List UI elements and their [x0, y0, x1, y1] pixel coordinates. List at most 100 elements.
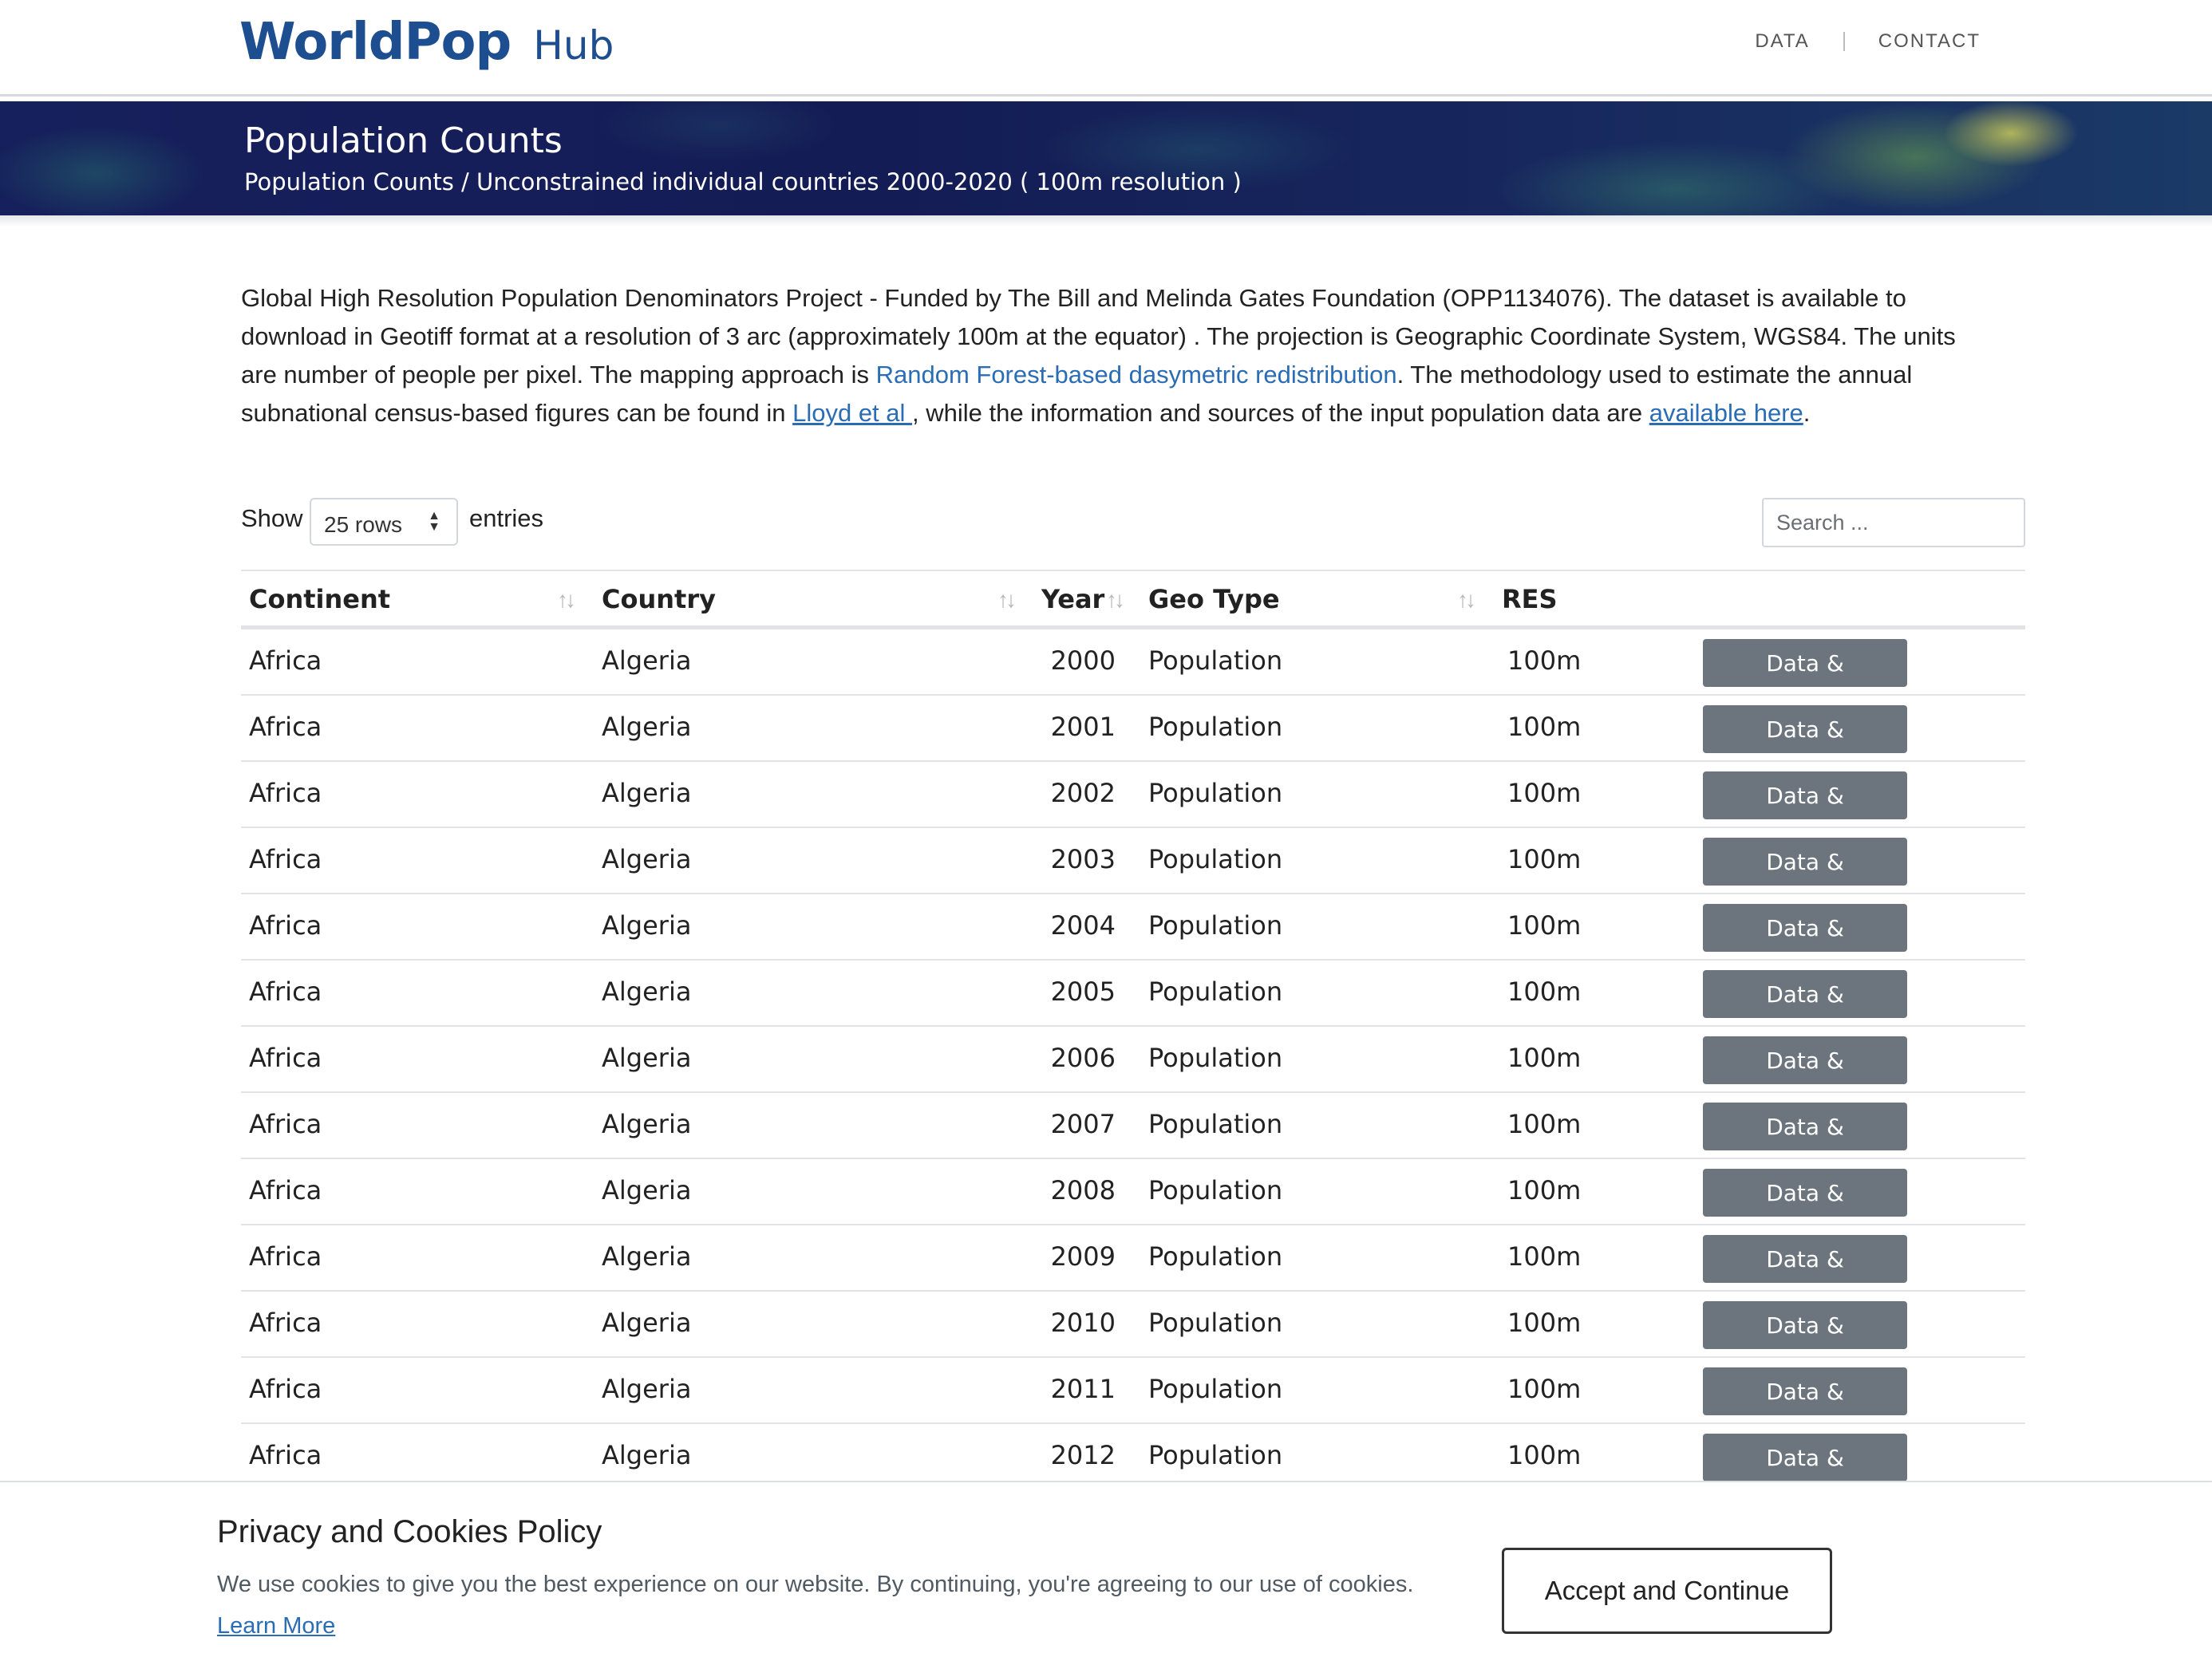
data-resources-button[interactable]: Data & Resources	[1703, 639, 1907, 724]
sort-icon[interactable]: ↑↓	[997, 587, 1017, 613]
column-header-country[interactable]: Country	[602, 584, 716, 614]
cell-country: Algeria	[602, 1109, 692, 1139]
table-row: Africa Algeria 2009 Population 100m Data & Re…	[241, 1225, 2025, 1320]
cell-year: 2010	[1050, 1308, 1116, 1338]
data-resources-button[interactable]: Data & Resources	[1703, 771, 1907, 857]
data-resources-button[interactable]: Data & Resources	[1703, 1367, 1907, 1453]
page-title: Population Counts	[244, 120, 563, 161]
data-resources-button[interactable]: Data & Resources	[1703, 1301, 1907, 1387]
cell-continent: Africa	[249, 1043, 322, 1073]
data-resources-button[interactable]: Data & Resources	[1703, 1235, 1907, 1320]
page-banner: Population Counts Population Counts / Un…	[0, 101, 2212, 215]
cell-geo-type: Population	[1148, 1241, 1283, 1272]
cell-continent: Africa	[249, 645, 322, 676]
cell-geo-type: Population	[1148, 1175, 1283, 1205]
cell-country: Algeria	[602, 1175, 692, 1205]
cell-country: Algeria	[602, 645, 692, 676]
cell-continent: Africa	[249, 844, 322, 874]
data-resources-button[interactable]: Data & Resources	[1703, 1169, 1907, 1254]
table-row: Africa Algeria 2011 Population 100m Data & Re…	[241, 1358, 2025, 1453]
cell-country: Algeria	[602, 712, 692, 742]
cell-continent: Africa	[249, 910, 322, 941]
table-row: Africa Algeria 2003 Population 100m Data & Re…	[241, 828, 2025, 923]
cell-country: Algeria	[602, 1043, 692, 1073]
entries-label: entries	[469, 504, 544, 532]
data-resources-button[interactable]: Data & Resources	[1703, 705, 1907, 791]
cell-continent: Africa	[249, 1308, 322, 1338]
cell-continent: Africa	[249, 1440, 322, 1470]
available-here-link[interactable]: available here	[1649, 399, 1803, 427]
table-row: Africa Algeria 2002 Population 100m Data & Re…	[241, 762, 2025, 857]
cell-res: 100m	[1507, 712, 1582, 742]
cell-geo-type: Population	[1148, 1308, 1283, 1338]
cell-res: 100m	[1507, 1109, 1582, 1139]
rows-per-page-select[interactable]: 25 rows ▲ ▼	[310, 498, 458, 546]
data-resources-button[interactable]: Data & Resources	[1703, 904, 1907, 989]
accept-continue-button[interactable]: Accept and Continue	[1502, 1548, 1832, 1634]
cell-res: 100m	[1507, 1241, 1582, 1272]
cell-year: 2002	[1050, 778, 1116, 808]
select-updown-icon: ▲ ▼	[428, 509, 440, 534]
cell-geo-type: Population	[1148, 1043, 1283, 1073]
sort-icon[interactable]: ↑↓	[1106, 587, 1125, 613]
cell-year: 2000	[1050, 645, 1116, 676]
cell-res: 100m	[1507, 910, 1582, 941]
cell-res: 100m	[1507, 778, 1582, 808]
nav-contact-link[interactable]: CONTACT	[1878, 30, 1981, 53]
cell-year: 2009	[1050, 1241, 1116, 1272]
lloyd-et-al-link[interactable]: Lloyd et al	[792, 399, 912, 427]
description-text-3: , while the information and sources of t…	[912, 399, 1649, 427]
sort-icon[interactable]: ↑↓	[557, 587, 576, 613]
cell-geo-type: Population	[1148, 1440, 1283, 1470]
cell-geo-type: Population	[1148, 976, 1283, 1007]
cell-country: Algeria	[602, 1440, 692, 1470]
cell-year: 2011	[1050, 1374, 1116, 1404]
cell-res: 100m	[1507, 1374, 1582, 1404]
data-resources-button[interactable]: Data & Resources	[1703, 1103, 1907, 1188]
cookie-banner: Privacy and Cookies Policy We use cookie…	[0, 1481, 2212, 1661]
top-navbar: WorldPop Hub DATA CONTACT	[0, 0, 2212, 97]
data-resources-button[interactable]: Data & Resources	[1703, 970, 1907, 1055]
sort-icon[interactable]: ↑↓	[1457, 587, 1476, 613]
cell-geo-type: Population	[1148, 844, 1283, 874]
learn-more-link[interactable]: Learn More	[217, 1613, 335, 1639]
cell-res: 100m	[1507, 1043, 1582, 1073]
random-forest-link[interactable]: Random Forest-based dasymetric redistrib…	[876, 361, 1397, 389]
nav-data-link[interactable]: DATA	[1755, 30, 1809, 53]
cell-geo-type: Population	[1148, 712, 1283, 742]
table-row: Africa Algeria 2004 Population 100m Data & Re…	[241, 894, 2025, 989]
breadcrumb: Population Counts / Unconstrained indivi…	[244, 168, 1242, 195]
cell-country: Algeria	[602, 910, 692, 941]
datasets-table: Continent ↑↓ Country ↑↓ Year ↑↓ Geo Type…	[241, 570, 2025, 1519]
table-body: Africa Algeria 2000 Population 100m Data & Re…	[241, 629, 2025, 1519]
cell-country: Algeria	[602, 1308, 692, 1338]
cell-country: Algeria	[602, 844, 692, 874]
cell-country: Algeria	[602, 778, 692, 808]
column-header-res[interactable]: RES	[1502, 584, 1558, 614]
table-row: Africa Algeria 2010 Population 100m Data & Re…	[241, 1292, 2025, 1387]
cell-country: Algeria	[602, 1374, 692, 1404]
hub-label[interactable]: Hub	[533, 22, 614, 69]
cell-geo-type: Population	[1148, 645, 1283, 676]
data-resources-button[interactable]: Data & Resources	[1703, 838, 1907, 923]
cell-res: 100m	[1507, 645, 1582, 676]
cell-geo-type: Population	[1148, 1109, 1283, 1139]
table-row: Africa Algeria 2008 Population 100m Data & Re…	[241, 1159, 2025, 1254]
rows-select-value: 25 rows	[324, 512, 403, 537]
cell-year: 2005	[1050, 976, 1116, 1007]
column-header-geo-type[interactable]: Geo Type	[1148, 584, 1280, 614]
cell-country: Algeria	[602, 976, 692, 1007]
data-resources-button[interactable]: Data & Resources	[1703, 1434, 1907, 1519]
cell-continent: Africa	[249, 976, 322, 1007]
brand[interactable]: WorldPop Hub	[239, 13, 614, 77]
worldpop-logo[interactable]: WorldPop	[239, 13, 512, 72]
data-resources-button[interactable]: Data & Resources	[1703, 1036, 1907, 1122]
search-input[interactable]	[1762, 498, 2025, 547]
column-header-year[interactable]: Year	[1041, 584, 1104, 614]
column-header-continent[interactable]: Continent	[249, 584, 390, 614]
description-text-4: .	[1803, 399, 1811, 427]
cell-geo-type: Population	[1148, 1374, 1283, 1404]
table-row: Africa Algeria 2001 Population 100m Data & Re…	[241, 696, 2025, 791]
cell-year: 2001	[1050, 712, 1116, 742]
cookie-title: Privacy and Cookies Policy	[217, 1514, 602, 1549]
